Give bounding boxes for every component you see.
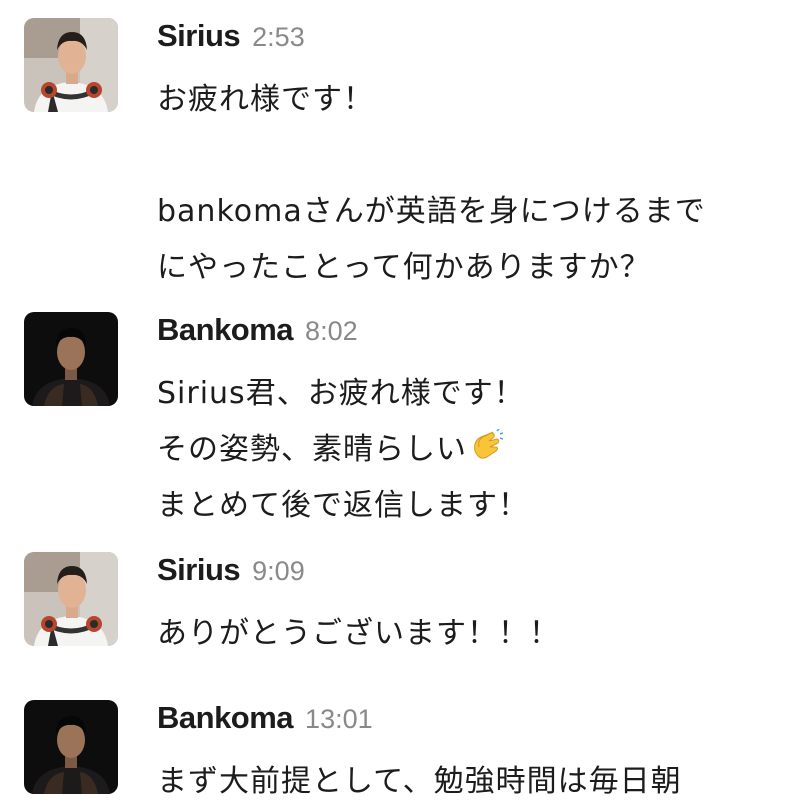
message-body: まず大前提として、勉強時間は毎日朝 <box>157 754 787 810</box>
sender-name[interactable]: Bankoma <box>157 700 294 736</box>
message-item: Sirius 9:09 ありがとうございます！！！ <box>0 552 800 652</box>
clapping-hands-icon <box>469 426 504 460</box>
avatar[interactable] <box>24 312 118 406</box>
message-line: bankomaさんが英語を身につけるまで <box>157 194 706 229</box>
message-body: ありがとうございます！！！ <box>157 606 787 662</box>
bankoma-avatar-icon <box>24 312 118 406</box>
message-item: Bankoma 8:02 Sirius君、お疲れ様です！ その姿勢、素晴らしい … <box>0 312 800 523</box>
avatar[interactable] <box>24 700 118 794</box>
sirius-avatar-icon <box>24 18 118 112</box>
timestamp[interactable]: 9:09 <box>252 556 305 587</box>
message-line: にやったことって何かありますか？ <box>157 250 651 285</box>
message-line-with-emoji: その姿勢、素晴らしい <box>157 422 787 478</box>
message-header: Bankoma 13:01 <box>157 700 373 750</box>
message-header: Sirius 9:09 <box>157 552 305 602</box>
message-line: お疲れ様です！ <box>157 82 374 117</box>
message-line: ありがとうございます！！！ <box>157 616 560 651</box>
avatar[interactable] <box>24 18 118 112</box>
message-line: まず大前提として、勉強時間は毎日朝 <box>157 764 682 799</box>
sirius-avatar-icon <box>24 552 118 646</box>
message-header: Bankoma 8:02 <box>157 312 358 362</box>
timestamp[interactable]: 2:53 <box>252 22 305 53</box>
message-feed: Sirius 2:53 お疲れ様です！ bankomaさんが英語を身につけるまで… <box>0 0 800 811</box>
message-item: Bankoma 13:01 まず大前提として、勉強時間は毎日朝 <box>0 700 800 811</box>
message-body: お疲れ様です！ bankomaさんが英語を身につけるまで にやったことって何かあ… <box>157 72 787 296</box>
bankoma-avatar-icon <box>24 700 118 794</box>
message-line: Sirius君、お疲れ様です！ <box>157 376 525 411</box>
sender-name[interactable]: Bankoma <box>157 312 294 348</box>
message-line-text: その姿勢、素晴らしい <box>157 432 467 467</box>
timestamp[interactable]: 13:01 <box>305 704 373 735</box>
message-body: Sirius君、お疲れ様です！ その姿勢、素晴らしい まとめて後で返信します！ <box>157 366 787 534</box>
message-item: Sirius 2:53 お疲れ様です！ bankomaさんが英語を身につけるまで… <box>0 18 800 308</box>
sender-name[interactable]: Sirius <box>157 552 241 588</box>
message-line-blank <box>157 128 787 184</box>
message-header: Sirius 2:53 <box>157 18 305 68</box>
timestamp[interactable]: 8:02 <box>305 316 358 347</box>
avatar[interactable] <box>24 552 118 646</box>
sender-name[interactable]: Sirius <box>157 18 241 54</box>
message-line: まとめて後で返信します！ <box>157 488 529 523</box>
